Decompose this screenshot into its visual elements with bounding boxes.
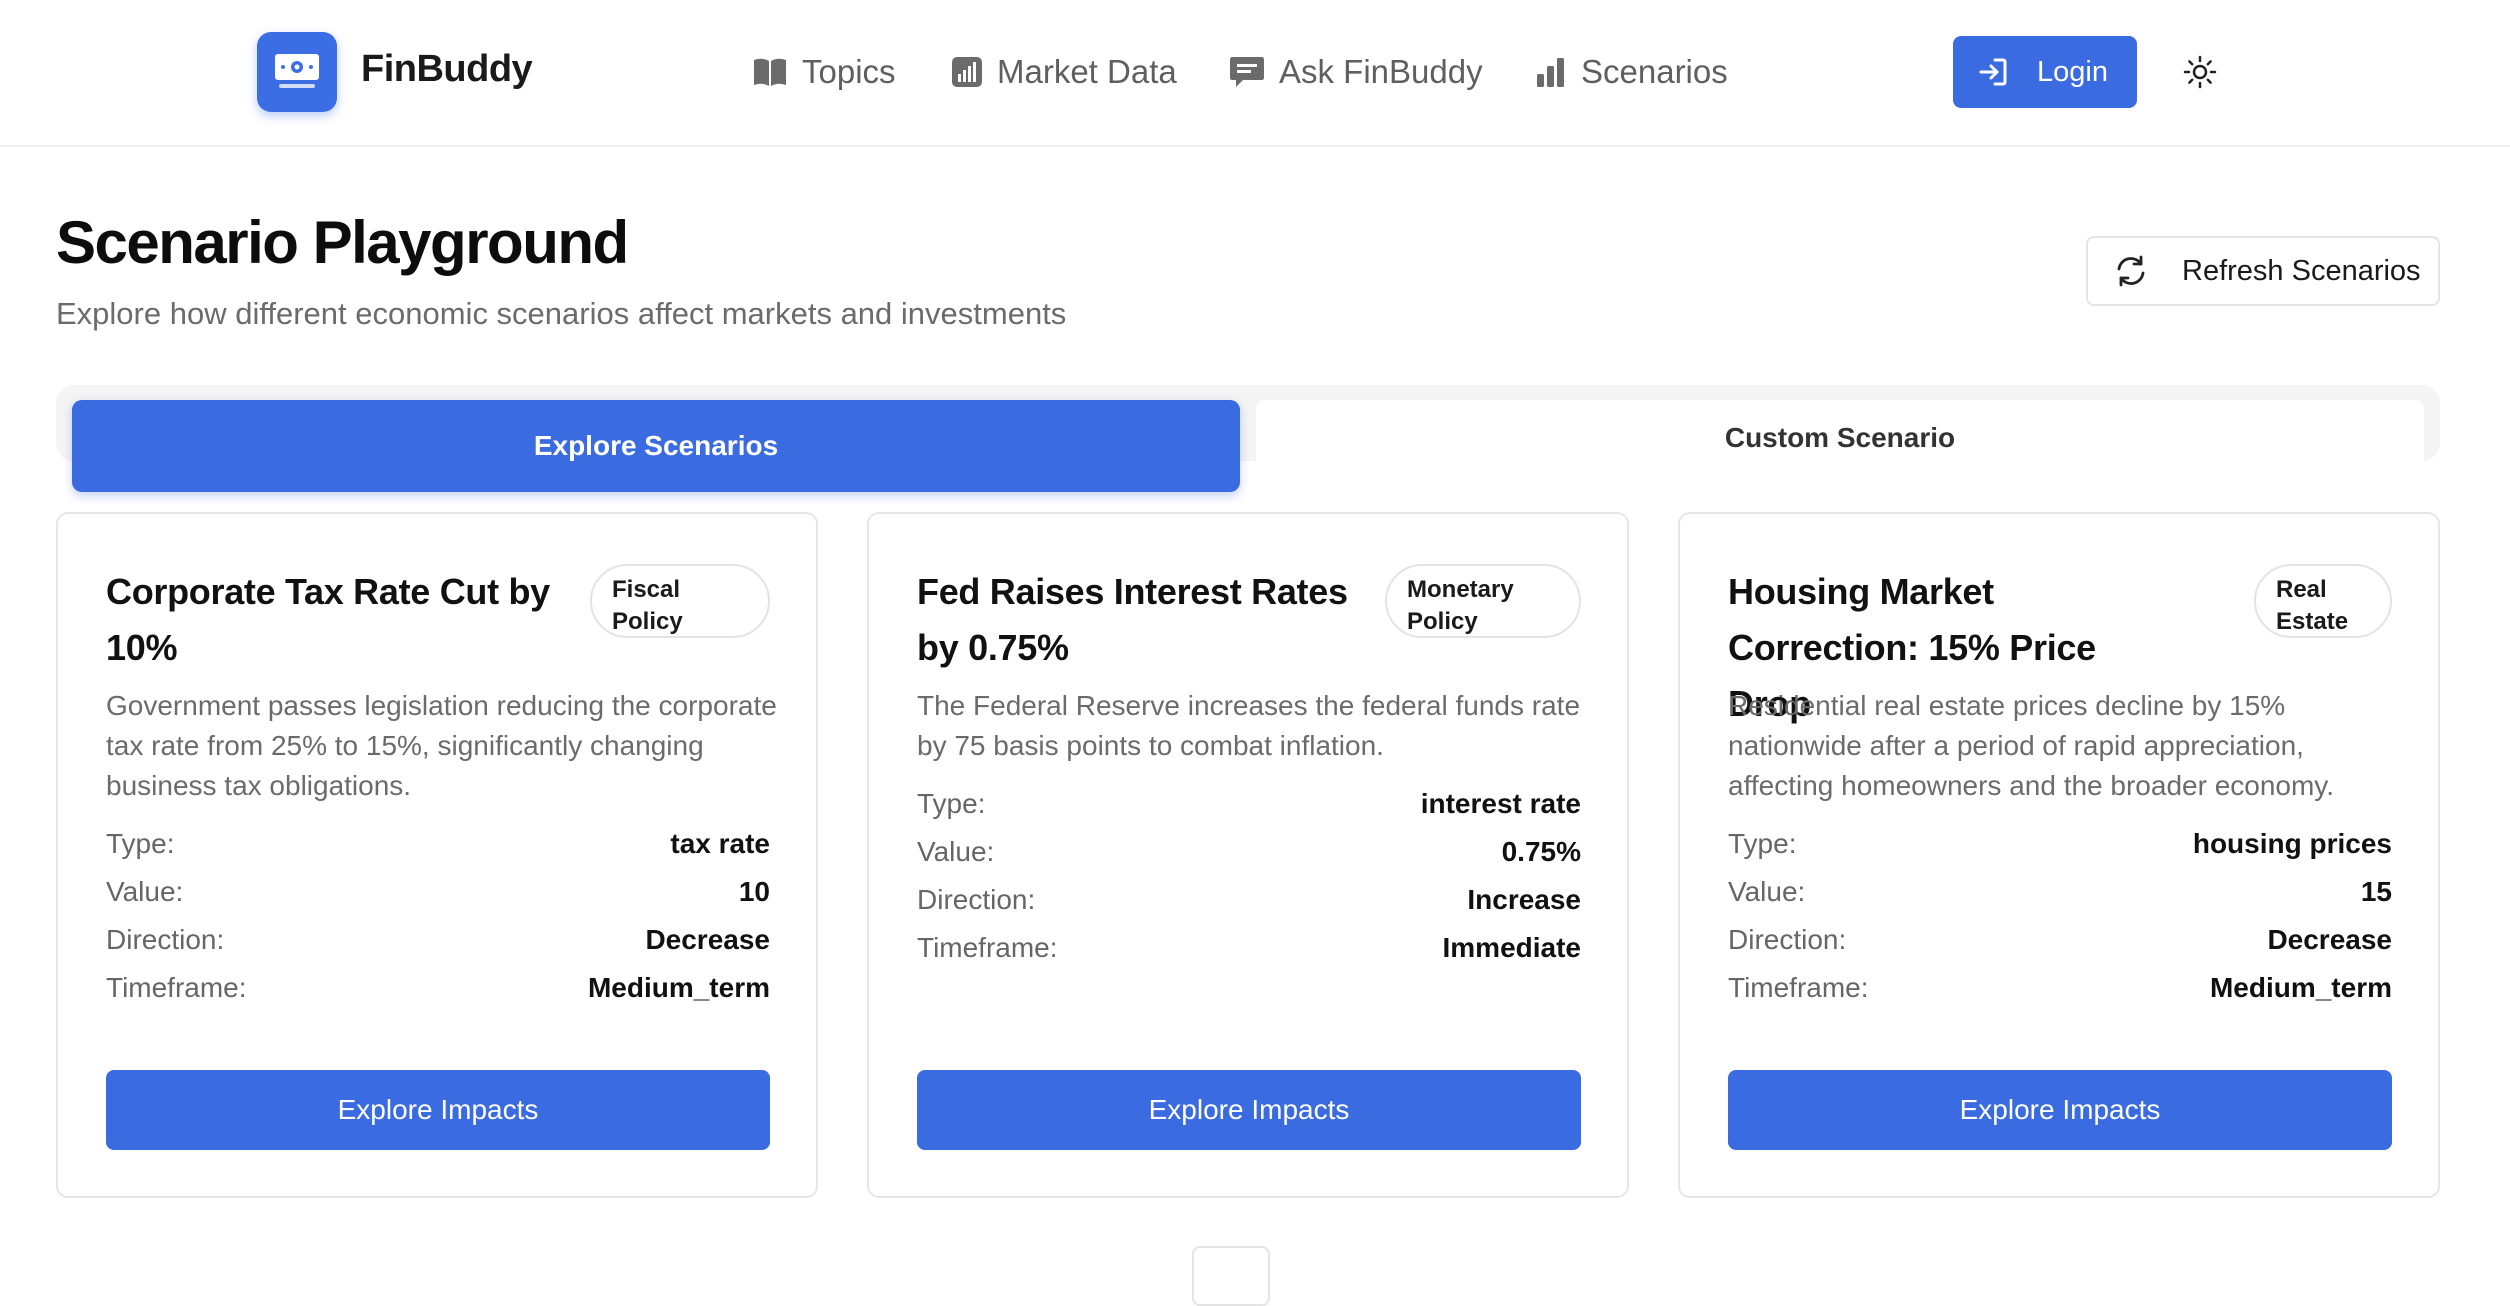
- nav-market-data-label: Market Data: [997, 53, 1177, 90]
- scenario-properties: Type: interest rate Value: 0.75% Directi…: [917, 780, 1581, 972]
- scenario-properties: Type: housing prices Value: 15 Direction…: [1728, 820, 2392, 1012]
- timeframe-label: Timeframe:: [106, 972, 247, 1003]
- value-value: 0.75%: [1501, 836, 1581, 867]
- property-row: Direction: Increase: [917, 876, 1581, 924]
- refresh-scenarios-button[interactable]: Refresh Scenarios: [2086, 236, 2440, 306]
- category-badge: Monetary Policy: [1385, 564, 1581, 638]
- brand-name[interactable]: FinBuddy: [361, 48, 533, 91]
- refresh-label: Refresh Scenarios: [2182, 254, 2421, 287]
- direction-label: Direction:: [917, 884, 1036, 915]
- scenario-card: Housing Market Correction: 15% Price Dro…: [1678, 512, 2440, 1198]
- sun-icon: [2183, 55, 2217, 89]
- type-value: interest rate: [1420, 788, 1581, 819]
- timeframe-label: Timeframe:: [1728, 972, 1869, 1003]
- property-row: Direction: Decrease: [1728, 916, 2392, 964]
- type-label: Type:: [1728, 828, 1797, 859]
- card-title: Fed Raises Interest Rates by 0.75%: [917, 571, 1348, 668]
- nav-ask-finbuddy-label: Ask FinBuddy: [1279, 53, 1483, 90]
- property-row: Value: 15: [1728, 868, 2392, 916]
- nav-ask-finbuddy[interactable]: Ask FinBuddy: [1229, 50, 1483, 94]
- timeframe-value: Immediate: [1442, 932, 1582, 963]
- chat-icon: [1230, 57, 1264, 87]
- explore-impacts-button[interactable]: Explore Impacts: [106, 1070, 770, 1150]
- login-label: Login: [2037, 55, 2108, 88]
- property-row: Type: housing prices: [1728, 820, 2392, 868]
- category-badge: Fiscal Policy: [590, 564, 770, 638]
- chart-square-icon: [952, 57, 982, 87]
- nav-scenarios-label: Scenarios: [1581, 53, 1728, 90]
- property-row: Timeframe: Immediate: [917, 924, 1581, 972]
- page-subtitle: Explore how different economic scenarios…: [56, 296, 1067, 331]
- property-row: Type: tax rate: [106, 820, 770, 868]
- explore-impacts-button[interactable]: Explore Impacts: [917, 1070, 1581, 1150]
- login-button[interactable]: Login: [1953, 36, 2137, 108]
- nav-topics-label: Topics: [802, 53, 896, 90]
- timeframe-value: Medium_term: [2209, 972, 2392, 1003]
- property-row: Value: 0.75%: [917, 828, 1581, 876]
- book-icon: [754, 58, 786, 86]
- direction-label: Direction:: [1728, 924, 1847, 955]
- top-navbar: FinBuddy Topics Market Data Ask FinBuddy: [0, 0, 2510, 147]
- property-row: Type: interest rate: [917, 780, 1581, 828]
- direction-value: Decrease: [2267, 924, 2392, 955]
- value-label: Value:: [917, 836, 995, 867]
- tab-explore-scenarios[interactable]: Explore Scenarios: [72, 400, 1240, 492]
- nav-scenarios[interactable]: Scenarios: [1535, 50, 1728, 94]
- category-badge: Real Estate: [2254, 564, 2392, 638]
- refresh-icon: [2117, 255, 2145, 287]
- type-value: housing prices: [2192, 828, 2392, 859]
- property-row: Timeframe: Medium_term: [1728, 964, 2392, 1012]
- scenario-card: Fed Raises Interest Rates by 0.75% Monet…: [867, 512, 1629, 1198]
- property-row: Direction: Decrease: [106, 916, 770, 964]
- bar-chart-icon: [1537, 58, 1564, 87]
- scenario-tabs: Custom Scenario Explore Scenarios: [56, 385, 2440, 492]
- direction-label: Direction:: [106, 924, 225, 955]
- property-row: Value: 10: [106, 868, 770, 916]
- value-value: 15: [2360, 876, 2392, 907]
- card-description: Residential real estate prices decline b…: [1728, 690, 2335, 801]
- type-value: tax rate: [670, 828, 770, 859]
- type-label: Type:: [106, 828, 175, 859]
- theme-toggle[interactable]: [2182, 54, 2218, 90]
- timeframe-value: Medium_term: [587, 972, 770, 1003]
- tab-custom-scenario[interactable]: Custom Scenario: [1256, 400, 2424, 476]
- value-label: Value:: [1728, 876, 1806, 907]
- nav-topics[interactable]: Topics: [752, 50, 896, 94]
- value-value: 10: [738, 876, 770, 907]
- value-label: Value:: [106, 876, 184, 907]
- card-description: The Federal Reserve increases the federa…: [917, 690, 1581, 761]
- page-title: Scenario Playground: [56, 209, 629, 276]
- banknote-icon: [275, 54, 319, 88]
- nav-market-data[interactable]: Market Data: [951, 50, 1177, 94]
- scenario-card: Corporate Tax Rate Cut by 10% Fiscal Pol…: [56, 512, 818, 1198]
- property-row: Timeframe: Medium_term: [106, 964, 770, 1012]
- type-label: Type:: [917, 788, 986, 819]
- login-icon: [1979, 58, 2007, 86]
- direction-value: Increase: [1467, 884, 1581, 915]
- pagination-button[interactable]: [1192, 1246, 1270, 1306]
- card-description: Government passes legislation reducing t…: [106, 690, 777, 801]
- direction-value: Decrease: [645, 924, 770, 955]
- explore-impacts-button[interactable]: Explore Impacts: [1728, 1070, 2392, 1150]
- card-title: Corporate Tax Rate Cut by 10%: [106, 571, 550, 668]
- scenario-properties: Type: tax rate Value: 10 Direction: Decr…: [106, 820, 770, 1012]
- timeframe-label: Timeframe:: [917, 932, 1058, 963]
- logo[interactable]: [257, 32, 337, 112]
